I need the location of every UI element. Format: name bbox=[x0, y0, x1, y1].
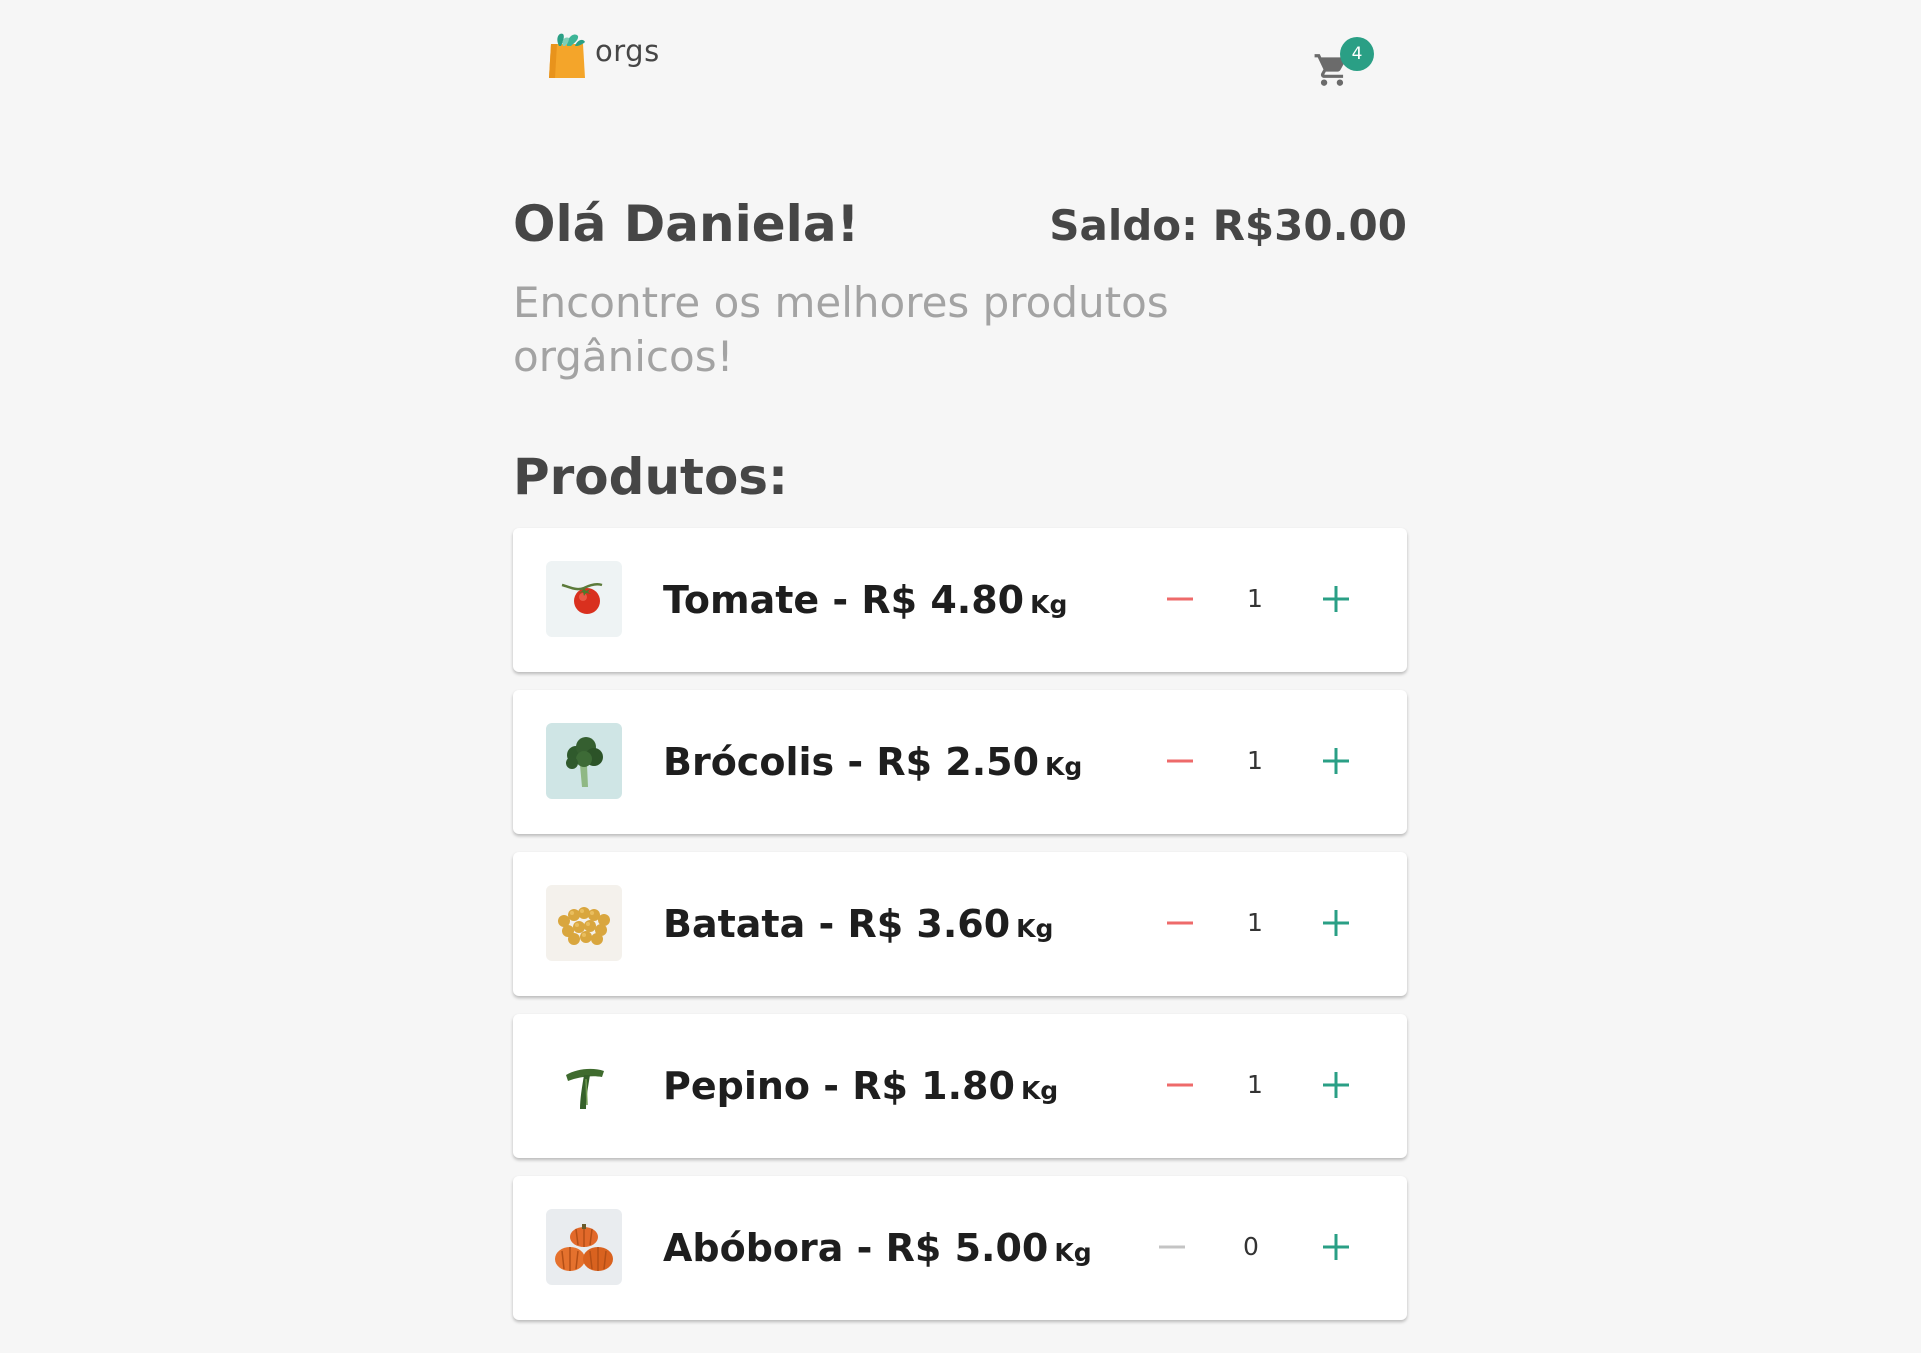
quantity-value: 1 bbox=[1247, 1070, 1263, 1099]
product-card: Tomate - R$ 4.80 Kg 1 bbox=[513, 528, 1407, 672]
broccoli-image bbox=[546, 723, 622, 799]
product-unit: Kg bbox=[1045, 752, 1083, 781]
decrease-quantity-button[interactable] bbox=[1154, 1061, 1202, 1109]
product-name-price: Abóbora - R$ 5.00 bbox=[663, 1226, 1049, 1270]
minus-icon bbox=[1167, 921, 1193, 925]
product-name-price: Pepino - R$ 1.80 bbox=[663, 1064, 1015, 1108]
pumpkin-image bbox=[546, 1209, 622, 1285]
product-name: Brócolis - R$ 2.50 Kg bbox=[663, 740, 1082, 784]
shopping-bag-icon bbox=[549, 33, 585, 78]
increase-quantity-button[interactable] bbox=[1311, 899, 1359, 947]
quantity-value: 1 bbox=[1247, 908, 1263, 937]
product-name: Batata - R$ 3.60 Kg bbox=[663, 902, 1053, 946]
minus-icon bbox=[1167, 597, 1193, 601]
product-name: Tomate - R$ 4.80 Kg bbox=[663, 578, 1067, 622]
product-card: Batata - R$ 3.60 Kg 1 bbox=[513, 852, 1407, 996]
logo[interactable]: orgs bbox=[545, 30, 660, 78]
content-column: orgs 4 Olá Daniela! Saldo: R$30.00 Encon… bbox=[513, 0, 1407, 1320]
minus-icon bbox=[1159, 1245, 1185, 1249]
greeting-title: Olá Daniela! bbox=[513, 195, 860, 253]
product-card: Pepino - R$ 1.80 Kg 1 bbox=[513, 1014, 1407, 1158]
greeting-subtitle: Encontre os melhores produtos orgânicos! bbox=[513, 278, 1169, 381]
plus-icon bbox=[1323, 1072, 1349, 1098]
potato-image bbox=[546, 885, 622, 961]
logo-text: orgs bbox=[595, 34, 660, 68]
product-name-price: Brócolis - R$ 2.50 bbox=[663, 740, 1040, 784]
cucumber-image bbox=[546, 1047, 622, 1123]
app-page: orgs 4 Olá Daniela! Saldo: R$30.00 Encon… bbox=[0, 0, 1921, 1353]
product-name: Abóbora - R$ 5.00 Kg bbox=[663, 1226, 1092, 1270]
product-unit: Kg bbox=[1020, 1076, 1059, 1105]
decrease-quantity-button[interactable] bbox=[1154, 575, 1202, 623]
plus-icon bbox=[1323, 1234, 1349, 1260]
quantity-value: 1 bbox=[1247, 584, 1263, 613]
product-unit: Kg bbox=[1030, 590, 1068, 619]
products-section-title: Produtos: bbox=[513, 448, 789, 506]
product-name: Pepino - R$ 1.80 Kg bbox=[663, 1064, 1058, 1108]
product-unit: Kg bbox=[1016, 914, 1054, 943]
increase-quantity-button[interactable] bbox=[1311, 1061, 1359, 1109]
greeting-row: Olá Daniela! Saldo: R$30.00 bbox=[513, 195, 1407, 265]
cart-button[interactable]: 4 bbox=[1313, 35, 1374, 93]
product-name-price: Tomate - R$ 4.80 bbox=[663, 578, 1025, 622]
decrease-quantity-button[interactable] bbox=[1154, 899, 1202, 947]
product-card: Brócolis - R$ 2.50 Kg 1 bbox=[513, 690, 1407, 834]
product-list: Tomate - R$ 4.80 Kg 1 Brócolis - R$ 2.50… bbox=[513, 528, 1407, 1338]
increase-quantity-button[interactable] bbox=[1311, 575, 1359, 623]
plus-icon bbox=[1323, 910, 1349, 936]
plus-icon bbox=[1323, 748, 1349, 774]
product-unit: Kg bbox=[1054, 1238, 1092, 1267]
cart-count-badge: 4 bbox=[1340, 37, 1374, 71]
app-header: orgs 4 bbox=[513, 0, 1407, 120]
minus-icon bbox=[1167, 759, 1193, 763]
decrease-quantity-button-disabled[interactable] bbox=[1146, 1223, 1194, 1271]
minus-icon bbox=[1167, 1083, 1193, 1087]
product-card: Abóbora - R$ 5.00 Kg 0 bbox=[513, 1176, 1407, 1320]
plus-icon bbox=[1323, 586, 1349, 612]
quantity-value: 0 bbox=[1243, 1232, 1259, 1261]
quantity-value: 1 bbox=[1247, 746, 1263, 775]
balance-text: Saldo: R$30.00 bbox=[1049, 201, 1407, 250]
increase-quantity-button[interactable] bbox=[1311, 1223, 1359, 1271]
product-name-price: Batata - R$ 3.60 bbox=[663, 902, 1011, 946]
decrease-quantity-button[interactable] bbox=[1154, 737, 1202, 785]
increase-quantity-button[interactable] bbox=[1311, 737, 1359, 785]
tomato-image bbox=[546, 561, 622, 637]
